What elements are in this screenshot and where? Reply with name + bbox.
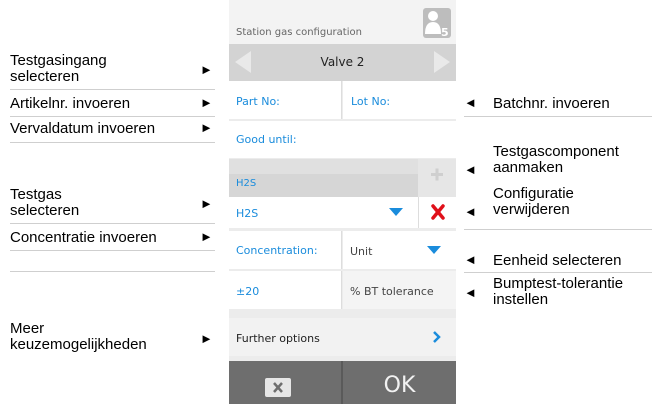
device-screen: Station gas configuration 5 Valve 2 Part… xyxy=(229,0,456,404)
user-level-value: 5 xyxy=(441,26,449,38)
annotation-concentratie: Concentratie invoeren xyxy=(10,229,157,246)
annotation-batchnr: Batchnr. invoeren xyxy=(493,95,610,112)
bottom-bar: OK xyxy=(229,361,456,404)
chevron-right-icon xyxy=(433,331,441,343)
part-no-field[interactable]: Part No: xyxy=(229,81,342,119)
arrow-right-icon: ► xyxy=(200,229,213,244)
valve-selector: Valve 2 xyxy=(229,44,456,81)
annotation-testgasingang: Testgasingang selecteren xyxy=(10,52,107,85)
divider xyxy=(10,271,215,272)
valve-label: Valve 2 xyxy=(320,55,365,69)
arrow-left-icon: ◄ xyxy=(464,285,477,300)
gas-header-strip xyxy=(229,174,418,197)
divider xyxy=(10,89,215,90)
divider xyxy=(10,142,215,143)
lot-no-label: Lot No: xyxy=(351,95,391,108)
chevron-right-icon xyxy=(434,51,450,73)
valve-next-button[interactable] xyxy=(428,44,456,81)
part-no-label: Part No: xyxy=(236,95,280,108)
good-until-label: Good until: xyxy=(236,133,297,146)
header-title: Station gas configuration xyxy=(236,27,362,38)
tolerance-value-field[interactable]: ±20 xyxy=(229,271,342,309)
good-until-field[interactable]: Good until: xyxy=(229,121,456,158)
tolerance-unit-field: % BT tolerance xyxy=(343,271,456,309)
add-component-button[interactable] xyxy=(418,159,456,197)
arrow-left-icon: ◄ xyxy=(464,252,477,267)
unit-select-value: Unit xyxy=(350,245,373,258)
divider xyxy=(464,116,652,117)
lot-no-field[interactable]: Lot No: xyxy=(343,81,456,119)
dropdown-arrow-icon xyxy=(427,246,441,254)
gas-component-header: H2S xyxy=(229,159,456,197)
arrow-right-icon: ► xyxy=(200,196,213,211)
annotation-meer-keuzemogelijkheden: Meer keuzemogelijkheden xyxy=(10,320,147,353)
annotation-vervaldatum: Vervaldatum invoeren xyxy=(10,120,156,137)
gas-select-value: H2S xyxy=(236,207,259,220)
divider xyxy=(10,223,215,224)
ok-button[interactable]: OK xyxy=(343,361,456,404)
arrow-left-icon: ◄ xyxy=(464,95,477,110)
annotation-configuratie-verwijderen: Configuratie verwijderen xyxy=(493,185,574,218)
delete-configuration-button[interactable] xyxy=(418,197,456,228)
ok-label: OK xyxy=(383,373,416,398)
dropdown-arrow-icon xyxy=(389,208,403,216)
gas-select[interactable]: H2S xyxy=(229,197,418,228)
arrow-right-icon: ► xyxy=(200,331,213,346)
annotation-artikelnr: Artikelnr. invoeren xyxy=(10,95,131,112)
tolerance-unit: % BT tolerance xyxy=(350,285,434,298)
arrow-right-icon: ► xyxy=(200,62,213,77)
tolerance-value: ±20 xyxy=(236,285,260,298)
further-options-label: Further options xyxy=(236,332,320,345)
divider xyxy=(464,272,652,273)
arrow-right-icon: ► xyxy=(200,95,213,110)
divider xyxy=(10,250,215,251)
annotation-testgas: Testgas selecteren xyxy=(10,186,80,219)
divider xyxy=(10,116,215,117)
cancel-x-icon xyxy=(265,378,291,397)
arrow-right-icon: ► xyxy=(200,120,213,135)
annotation-bumptest: Bumptest-tolerantie instellen xyxy=(493,275,624,308)
user-level-icon: 5 xyxy=(423,8,451,39)
arrow-left-icon: ◄ xyxy=(464,204,477,219)
divider xyxy=(464,229,652,230)
further-options-button[interactable]: Further options xyxy=(229,318,456,356)
cancel-button[interactable] xyxy=(229,361,341,404)
gas-header-label: H2S xyxy=(236,178,257,189)
annotation-testgascomponent: Testgascomponent aanmaken xyxy=(493,143,619,176)
plus-icon xyxy=(431,168,443,181)
header-bar: Station gas configuration 5 xyxy=(229,0,456,44)
unit-select[interactable]: Unit xyxy=(343,231,456,269)
concentration-field[interactable]: Concentration: xyxy=(229,231,342,269)
annotation-eenheid: Eenheid selecteren xyxy=(493,252,622,269)
arrow-left-icon: ◄ xyxy=(464,162,477,177)
delete-x-icon xyxy=(431,204,445,220)
concentration-label: Concentration: xyxy=(236,244,318,257)
